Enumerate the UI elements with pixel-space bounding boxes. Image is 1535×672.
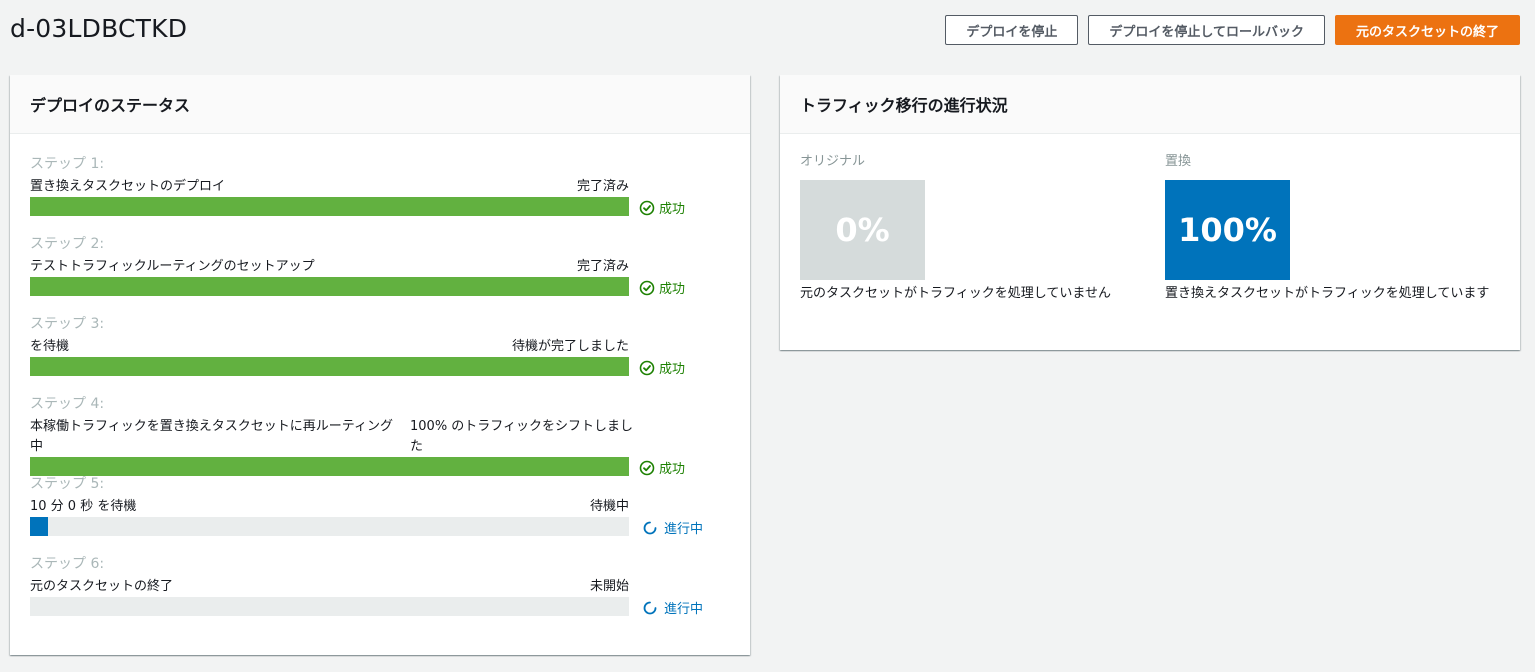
step-progress-bar [30,517,629,536]
step-outcome: 成功 [639,198,685,217]
step-progress-bar [30,197,629,216]
step-state: 完了済み [576,259,629,274]
check-circle-icon [639,460,655,476]
step-name: 置き換えタスクセットのデプロイ [30,179,226,194]
step-outcome-label: 成功 [659,202,686,217]
step-progress-fill [30,197,629,216]
step-outcome-label: 成功 [659,362,686,377]
replacement-label: 置換 [1165,154,1192,169]
step-state: 未開始 [589,579,629,594]
replacement-traffic-column: 置換 100% 置き換えタスクセットがトラフィックを処理しています [1165,150,1505,303]
step-state: 待機中 [589,499,629,514]
replacement-traffic-description: 置き換えタスクセットがトラフィックを処理しています [1165,286,1490,301]
step-progress-fill [30,357,629,376]
original-traffic-column: オリジナル 0% 元のタスクセットがトラフィックを処理していません [800,150,1140,303]
step-number-label: ステップ 6: [30,556,105,572]
step-progress-bar [30,357,629,376]
original-traffic-percent: 0% [800,180,925,280]
spinner-icon [642,600,658,616]
deployment-status-panel: デプロイのステータス ステップ 1: 置き換えタスクセットのデプロイ 完了済み 成功ス… [10,75,750,655]
step-progress-bar [30,457,629,476]
original-label: オリジナル [800,154,866,169]
step-name: 本稼働トラフィックを置き換えタスクセットに再ルーティング中 [30,419,393,454]
step-number-label: ステップ 4: [30,396,105,412]
step-outcome: 成功 [639,278,685,297]
step-number-label: ステップ 5: [30,476,105,492]
page-title: d-03LDBCTKD [10,14,188,43]
check-circle-icon [639,280,655,296]
step-outcome: 成功 [639,458,685,477]
step-progress-fill [30,517,48,536]
step-number-label: ステップ 3: [30,316,105,332]
step-outcome-label: 成功 [659,462,686,477]
spinner-icon [642,520,658,536]
step-number-label: ステップ 2: [30,236,105,252]
check-circle-icon [639,360,655,376]
step-state: 100% のトラフィックをシフトしました [410,419,634,454]
original-traffic-description: 元のタスクセットがトラフィックを処理していません [800,286,1111,301]
deployment-status-title: デプロイのステータス [10,75,750,134]
step-progress-bar [30,597,629,616]
check-circle-icon [639,200,655,216]
step-name: 元のタスクセットの終了 [30,579,174,594]
traffic-shift-title: トラフィック移行の進行状況 [780,75,1520,134]
action-bar: デプロイを停止 デプロイを停止してロールバック 元のタスクセットの終了 [945,15,1520,45]
step-outcome: 進行中 [642,518,703,537]
step-progress-fill [30,457,629,476]
step-state: 待機が完了しました [511,339,629,354]
stop-deployment-button[interactable]: デプロイを停止 [945,15,1079,45]
step-name: を待機 [30,339,70,354]
step-outcome-label: 進行中 [664,522,704,537]
terminate-original-taskset-button[interactable]: 元のタスクセットの終了 [1334,15,1520,45]
replacement-traffic-percent: 100% [1165,180,1290,280]
step-name: テストトラフィックルーティングのセットアップ [30,259,315,274]
step-outcome-label: 成功 [659,282,686,297]
step-outcome: 進行中 [642,598,703,617]
step-outcome-label: 進行中 [664,602,704,617]
step-state: 完了済み [576,179,629,194]
step-progress-bar [30,277,629,296]
traffic-shift-panel: トラフィック移行の進行状況 オリジナル 0% 元のタスクセットがトラフィックを処… [780,75,1520,350]
step-outcome: 成功 [639,358,685,377]
step-number-label: ステップ 1: [30,156,105,172]
step-name: 10 分 0 秒 を待機 [30,499,137,514]
stop-and-rollback-button[interactable]: デプロイを停止してロールバック [1088,15,1325,45]
step-progress-fill [30,277,629,296]
